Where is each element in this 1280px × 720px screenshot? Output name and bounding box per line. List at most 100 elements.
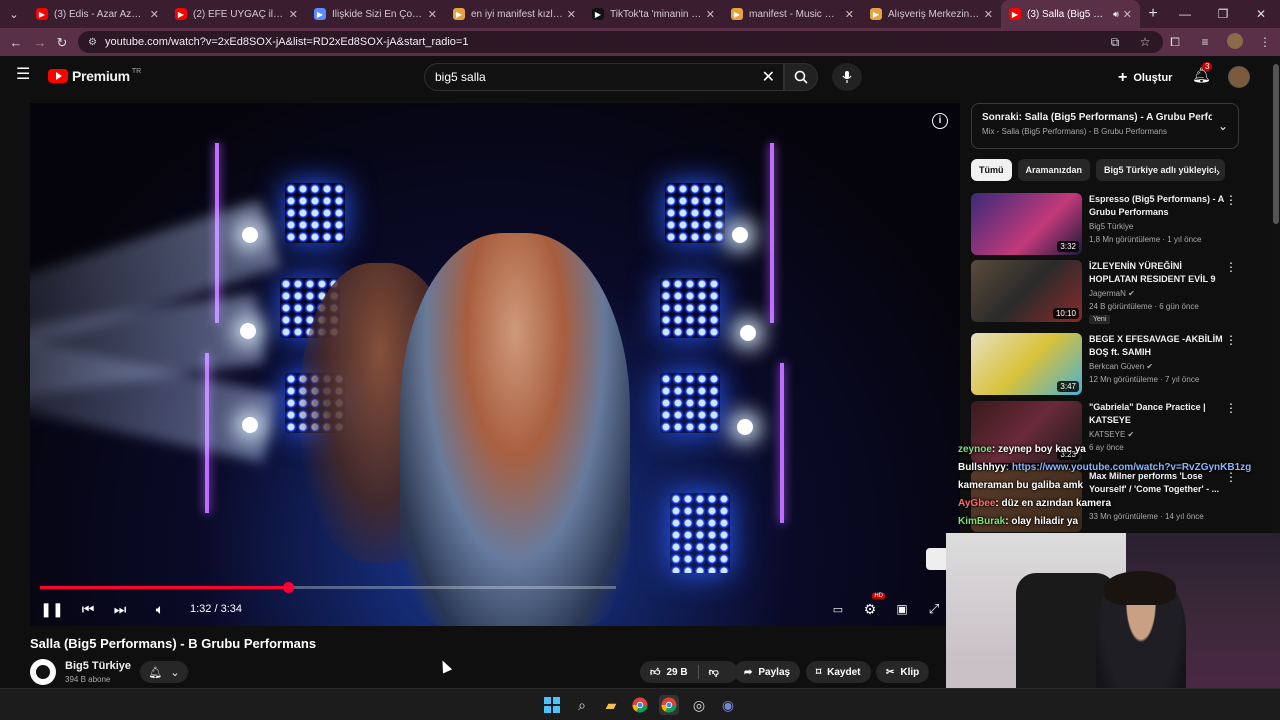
browser-tab[interactable]: ▶ (3) Edis - Azar Azar (Offici ✕ bbox=[28, 0, 167, 28]
close-tab-icon[interactable]: ✕ bbox=[567, 8, 576, 21]
like-count[interactable]: 29 B bbox=[666, 667, 687, 678]
windows-start-icon[interactable] bbox=[542, 695, 562, 715]
channel-name[interactable]: Big5 Türkiye bbox=[65, 660, 131, 672]
close-tab-icon[interactable]: ✕ bbox=[845, 8, 854, 21]
bookmark-star-icon[interactable]: ☆ bbox=[1130, 35, 1160, 49]
hamburger-menu-icon[interactable]: ☰ bbox=[16, 67, 32, 83]
restore-icon[interactable]: ❐ bbox=[1204, 0, 1242, 28]
search-input[interactable]: big5 salla ✕ bbox=[424, 63, 784, 91]
recommended-video[interactable]: 10:10 İZLEYENİN YÜREĞİNİ HOPLATAN RESIDEN… bbox=[971, 260, 1239, 324]
more-options-icon[interactable]: ⋮ bbox=[1225, 333, 1237, 347]
close-tab-icon[interactable]: ✕ bbox=[150, 8, 159, 21]
hd-badge: HD bbox=[872, 593, 885, 599]
recommended-video[interactable]: 3:47 BEGE X EFESAVAGE -AKBİLİM BOŞ ft. SA… bbox=[971, 333, 1239, 397]
voice-search-button[interactable] bbox=[832, 63, 862, 91]
channel-avatar[interactable] bbox=[30, 659, 56, 685]
file-explorer-icon[interactable]: ▰ bbox=[601, 695, 621, 715]
next-icon[interactable]: ⏭︎ bbox=[110, 596, 130, 622]
settings-gear-icon[interactable]: ⚙ HD bbox=[860, 593, 885, 622]
share-button[interactable]: ➦ Paylaş bbox=[734, 661, 801, 683]
recommended-title[interactable]: Espresso (Big5 Performans) - A Grubu Per… bbox=[1089, 193, 1224, 219]
video-info-icon[interactable]: i bbox=[932, 113, 948, 129]
browser-tab[interactable]: ▶ İlişkide Sizi En Çok Rahatsız ✕ bbox=[306, 0, 445, 28]
address-bar[interactable]: ⚙ youtube.com/watch?v=2xEd8SOX-jA&list=R… bbox=[78, 31, 1163, 53]
recommended-title[interactable]: BEGE X EFESAVAGE -AKBİLİM BOŞ ft. SAMIH bbox=[1089, 333, 1224, 359]
tab-search-icon[interactable]: ⌄ bbox=[0, 0, 28, 28]
media-icon[interactable]: ≡ bbox=[1190, 35, 1220, 49]
create-button[interactable]: + Oluştur bbox=[1118, 66, 1172, 90]
video-thumbnail[interactable]: 3:32 bbox=[971, 193, 1082, 255]
browser-tab[interactable]: ▶ (3) Salla (Big5 Perform 🔊︎ ✕ bbox=[1001, 0, 1140, 28]
new-tab-button[interactable]: + bbox=[1140, 5, 1166, 23]
forward-icon[interactable]: → bbox=[28, 35, 52, 50]
close-icon[interactable]: ✕ bbox=[1242, 0, 1280, 28]
browser-tab[interactable]: ▶ (2) EFE UYGAÇ ile SINIRSIZ ✕ bbox=[167, 0, 306, 28]
recommended-video[interactable]: 3:32 Espresso (Big5 Performans) - A Grubu… bbox=[971, 193, 1239, 257]
theater-mode-icon[interactable]: ▣ bbox=[892, 596, 912, 622]
volume-icon[interactable]: 🔈︎ bbox=[150, 596, 170, 622]
more-options-icon[interactable]: ⋮ bbox=[1225, 193, 1237, 207]
menu-icon[interactable]: ⋮ bbox=[1250, 35, 1280, 49]
recommended-channel[interactable]: JagermaN ✔ bbox=[1089, 289, 1135, 298]
chevron-right-icon[interactable]: › bbox=[1216, 165, 1220, 179]
chrome-icon[interactable] bbox=[630, 695, 650, 715]
previous-icon[interactable]: ⏮︎ bbox=[78, 596, 98, 622]
chat-text: : https://www.youtube.com/watch?v=RvZGyn… bbox=[1005, 462, 1252, 473]
taskbar-search-icon[interactable]: ⌕ bbox=[572, 695, 592, 715]
subscription-bell-button[interactable]: 🔔︎ ⌄ bbox=[140, 661, 188, 683]
video-thumbnail[interactable]: 10:10 bbox=[971, 260, 1082, 322]
video-player[interactable]: i ❚❚ ⏮︎ ⏭︎ 🔈︎ 1:32 / 3:34 ▭ ⚙ HD ▣ ⤢ bbox=[30, 103, 960, 626]
close-tab-icon[interactable]: ✕ bbox=[289, 8, 298, 21]
reload-icon[interactable]: ↻ bbox=[50, 35, 74, 51]
close-tab-icon[interactable]: ✕ bbox=[984, 8, 993, 21]
progress-scrubber[interactable] bbox=[282, 582, 294, 593]
profile-icon[interactable] bbox=[1220, 32, 1250, 52]
back-icon[interactable]: ← bbox=[4, 35, 28, 50]
subtitles-icon[interactable]: ▭ bbox=[828, 596, 848, 622]
clear-search-icon[interactable]: ✕ bbox=[762, 67, 775, 87]
chrome-active-icon[interactable] bbox=[659, 695, 679, 715]
progress-bar[interactable] bbox=[40, 582, 616, 593]
close-tab-icon[interactable]: ✕ bbox=[1123, 8, 1132, 21]
more-options-icon[interactable]: ⋮ bbox=[1225, 260, 1237, 274]
recommended-title[interactable]: "Gabriela" Dance Practice | KATSEYE bbox=[1089, 401, 1224, 427]
recommended-channel[interactable]: Big5 Türkiye bbox=[1089, 222, 1133, 231]
notifications-button[interactable]: 🔔︎ 3 bbox=[1192, 62, 1213, 84]
clip-button[interactable]: ✂ Klip bbox=[876, 661, 930, 683]
close-tab-icon[interactable]: ✕ bbox=[428, 8, 437, 21]
chip-uploader[interactable]: Big5 Türkiye adlı yükleyici bbox=[1096, 159, 1225, 181]
discord-icon[interactable]: ◉ bbox=[718, 695, 738, 715]
fullscreen-icon[interactable]: ⤢ bbox=[924, 596, 944, 622]
browser-tab[interactable]: ▶ manifest - Music Quiz - Qu ✕ bbox=[723, 0, 862, 28]
tab-title: (3) Edis - Azar Azar (Offici bbox=[54, 8, 146, 20]
recommended-channel[interactable]: KATSEYE ✔ bbox=[1089, 430, 1134, 439]
minimize-icon[interactable]: — bbox=[1166, 0, 1204, 28]
pause-icon[interactable]: ❚❚ bbox=[40, 596, 63, 622]
chip-all[interactable]: Tümü bbox=[971, 159, 1012, 181]
extensions-icon[interactable]: ⧠ bbox=[1160, 35, 1190, 50]
site-info-icon[interactable]: ⚙ bbox=[88, 37, 97, 48]
recommended-title[interactable]: İZLEYENİN YÜREĞİNİ HOPLATAN RESIDENT EVİ… bbox=[1089, 260, 1224, 286]
speaker-icon[interactable]: 🔊︎ bbox=[1113, 9, 1119, 20]
next-up-panel[interactable]: Sonraki: Salla (Big5 Performans) - A Gru… bbox=[971, 103, 1239, 149]
browser-tab[interactable]: ▶ en iyi manifest kızları tiktok ✕ bbox=[445, 0, 584, 28]
cast-icon[interactable]: ⧉ bbox=[1100, 35, 1130, 50]
account-avatar[interactable] bbox=[1228, 66, 1250, 88]
save-button[interactable]: ⌑ Kaydet bbox=[806, 661, 871, 683]
youtube-logo[interactable]: Premium TR bbox=[48, 68, 141, 84]
thumbs-up-icon[interactable]: 👍︎ bbox=[650, 666, 660, 678]
search-button[interactable] bbox=[784, 63, 818, 91]
scrollbar-thumb[interactable] bbox=[1273, 64, 1279, 224]
recommended-channel[interactable]: Berkcan Güven ✔ bbox=[1089, 362, 1153, 371]
thumbs-down-icon[interactable]: 👎︎ bbox=[709, 666, 719, 678]
video-thumbnail[interactable]: 3:47 bbox=[971, 333, 1082, 395]
close-tab-icon[interactable]: ✕ bbox=[706, 8, 715, 21]
chat-username: zeynoe bbox=[958, 444, 992, 455]
more-options-icon[interactable]: ⋮ bbox=[1225, 401, 1237, 415]
obs-icon[interactable]: ◎ bbox=[689, 695, 709, 715]
chevron-down-icon[interactable]: ⌄ bbox=[1218, 119, 1228, 133]
browser-tab[interactable]: ▶ Alışveriş Merkezinde Hangi ✕ bbox=[862, 0, 1001, 28]
chip-from-search[interactable]: Aramanızdan bbox=[1017, 159, 1091, 181]
tab-title: manifest - Music Quiz - Qu bbox=[749, 8, 841, 20]
browser-tab[interactable]: ▶ TikTok'ta 'minanin sevgilisi' ✕ bbox=[584, 0, 723, 28]
